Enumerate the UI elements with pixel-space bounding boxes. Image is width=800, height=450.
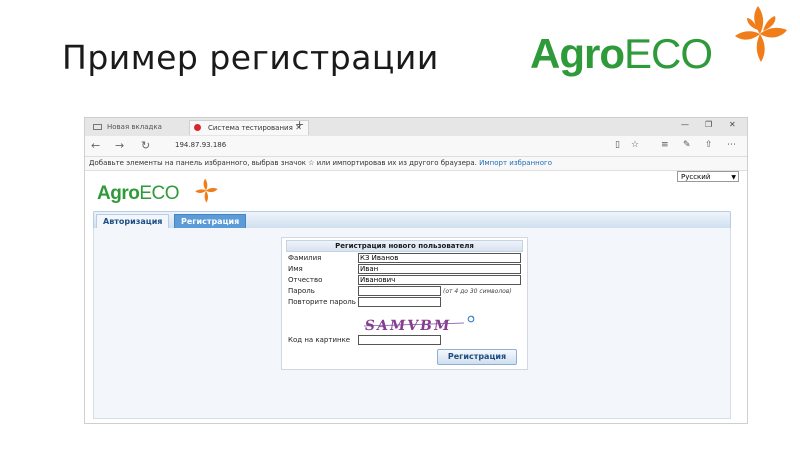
- site-logo-eco: ECO: [139, 183, 180, 204]
- share-icon[interactable]: ⇧: [705, 140, 713, 150]
- agroeco-logo: AgroECO: [530, 4, 800, 84]
- back-icon[interactable]: ←: [91, 139, 100, 152]
- window-close-icon[interactable]: ✕: [729, 120, 736, 129]
- url-field[interactable]: 194.87.93.186: [175, 141, 226, 149]
- minimize-icon[interactable]: —: [681, 120, 689, 129]
- captcha-input[interactable]: [358, 335, 441, 345]
- tab-authorization[interactable]: Авторизация: [96, 214, 170, 228]
- favorite-star-icon[interactable]: ☆: [631, 140, 639, 150]
- tab-bar: Новая вкладка Система тестирования ✕ + —…: [85, 118, 747, 136]
- password-input[interactable]: [358, 286, 441, 296]
- label-middle-name: Отчество: [288, 276, 323, 284]
- more-icon[interactable]: ⋯: [727, 140, 736, 150]
- leaf-icon: [735, 6, 787, 62]
- tab-label: Новая вкладка: [107, 123, 162, 131]
- language-select[interactable]: Русский ▼: [677, 171, 739, 182]
- reading-view-icon[interactable]: ▯: [615, 140, 620, 150]
- form-title: Регистрация нового пользователя: [286, 240, 523, 252]
- page-icon: [93, 124, 102, 130]
- logo-agro-text: Agro: [530, 30, 625, 77]
- logo-eco-text: ECO: [624, 30, 713, 77]
- site-logo: AgroECO: [97, 177, 227, 207]
- favorites-bar: Добавьте элементы на панель избранного, …: [85, 157, 747, 171]
- page-tabs: Авторизация Регистрация: [93, 211, 731, 229]
- last-name-input[interactable]: КЗ Иванов: [358, 253, 521, 263]
- slide-title: Пример регистрации: [62, 38, 439, 77]
- favorites-hint: Добавьте элементы на панель избранного, …: [89, 159, 477, 167]
- label-password: Пароль: [288, 287, 315, 295]
- language-value: Русский: [681, 173, 711, 181]
- import-favorites-link[interactable]: Импорт избранного: [479, 159, 552, 167]
- maximize-icon[interactable]: ❐: [705, 120, 712, 129]
- label-captcha: Код на картинке: [288, 336, 351, 344]
- middle-name-input[interactable]: Иванович: [358, 275, 521, 285]
- refresh-icon[interactable]: ↻: [141, 139, 150, 152]
- browser-window: Новая вкладка Система тестирования ✕ + —…: [84, 117, 748, 424]
- notes-icon[interactable]: ✎: [683, 140, 691, 150]
- repeat-password-input[interactable]: [358, 297, 441, 307]
- opera-icon: [194, 124, 201, 131]
- browser-tab-new[interactable]: Новая вкладка: [89, 120, 203, 134]
- first-name-input[interactable]: Иван: [358, 264, 521, 274]
- browser-tab-active[interactable]: Система тестирования ✕: [189, 120, 309, 135]
- registration-form: Регистрация нового пользователя Фамилия …: [281, 237, 528, 370]
- register-button[interactable]: Регистрация: [437, 349, 517, 365]
- tab-registration[interactable]: Регистрация: [174, 214, 247, 228]
- address-bar: ← → ↻ 194.87.93.186 ▯ ☆ ≡ ✎ ⇧ ⋯: [85, 136, 747, 157]
- captcha-image: SAMVBM: [364, 318, 464, 333]
- label-repeat-password: Повторите пароль: [288, 298, 356, 306]
- web-page: Русский ▼ AgroECO Авторизация Регистраци…: [85, 171, 747, 423]
- chevron-down-icon: ▼: [731, 174, 736, 181]
- label-last-name: Фамилия: [288, 254, 322, 262]
- hub-icon[interactable]: ≡: [661, 140, 669, 150]
- tab-label: Система тестирования: [208, 124, 293, 132]
- label-first-name: Имя: [288, 265, 303, 273]
- password-hint: (от 4 до 30 символов): [443, 288, 512, 295]
- forward-icon[interactable]: →: [115, 139, 124, 152]
- captcha-refresh-icon[interactable]: [467, 315, 475, 323]
- leaf-icon: [195, 178, 218, 203]
- site-logo-agro: Agro: [97, 183, 140, 204]
- new-tab-icon[interactable]: +: [295, 118, 304, 131]
